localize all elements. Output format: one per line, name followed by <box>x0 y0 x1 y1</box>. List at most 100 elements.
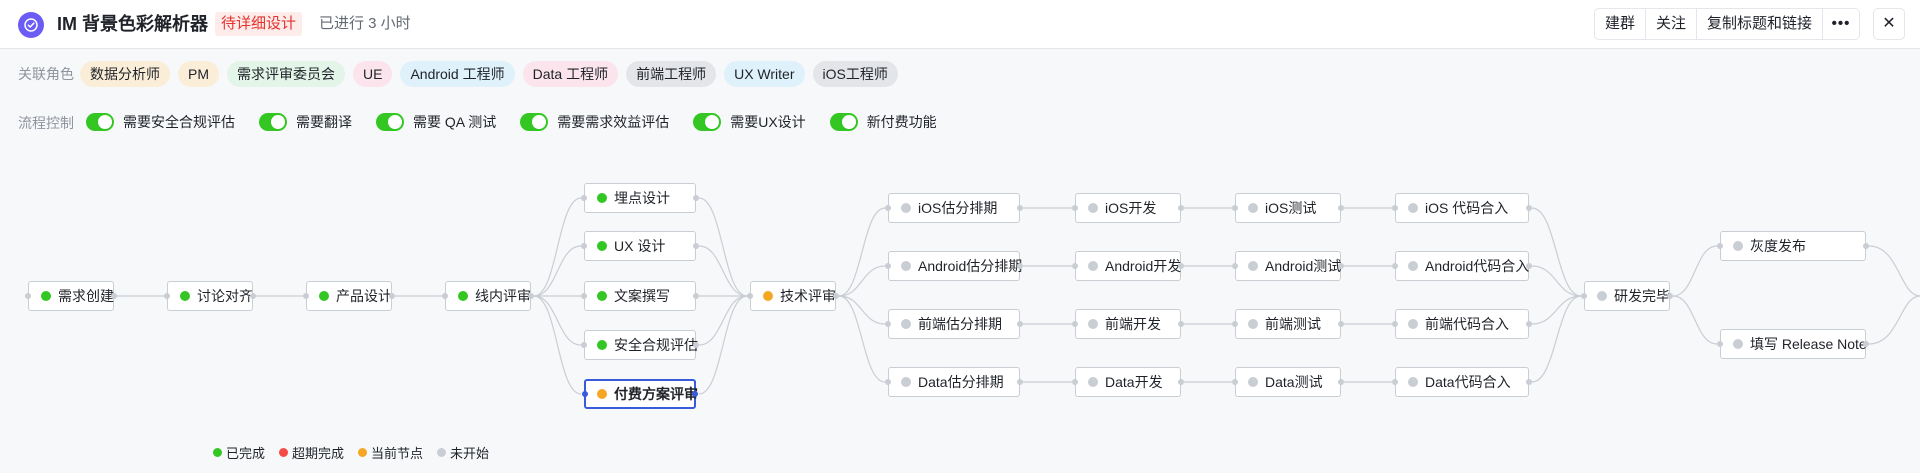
flow-node-security[interactable]: 安全合规评估 <box>581 330 699 360</box>
follow-button[interactable]: 关注 <box>1646 9 1698 39</box>
role-chip[interactable]: 前端工程师 <box>626 61 717 87</box>
flow-node-data-dev[interactable]: Data开发 <box>1072 367 1184 397</box>
flow-node-dev-done[interactable]: 研发完毕 <box>1581 281 1673 311</box>
flow-edge <box>1531 295 1582 325</box>
flow-edge <box>698 295 748 346</box>
status-dot <box>901 261 911 271</box>
flow-node-ux[interactable]: UX 设计 <box>581 231 699 261</box>
flow-node-fe-test[interactable]: 前端测试 <box>1232 309 1344 339</box>
flow-node-label: 填写 Release Note <box>1750 336 1867 352</box>
flow-node-android-plan[interactable]: Android估分排期 <box>885 251 1023 281</box>
connector-port <box>389 293 395 299</box>
flow-node-label: Android代码合入 <box>1425 258 1530 274</box>
flow-node-discuss[interactable]: 讨论对齐 <box>164 281 256 311</box>
role-chip[interactable]: 数据分析师 <box>80 61 170 87</box>
flow-node-label: 灰度发布 <box>1750 238 1806 254</box>
connector-port <box>693 342 699 348</box>
connector-port <box>693 243 699 249</box>
flow-node-data-merge[interactable]: Data代码合入 <box>1392 367 1532 397</box>
flow-edge <box>838 295 886 325</box>
connector-port <box>1232 321 1238 327</box>
legend-label: 已完成 <box>226 446 266 461</box>
flow-node-req-create[interactable]: 需求创建 <box>25 281 117 311</box>
toggle-item: 需要需求效益评估 <box>520 112 669 132</box>
role-chip[interactable]: PM <box>178 61 219 87</box>
flow-node-label: 讨论对齐 <box>197 288 253 304</box>
flow-node-label: 产品设计 <box>336 288 392 304</box>
flow-node-android-test[interactable]: Android测试 <box>1232 251 1344 281</box>
flow-node-label: Data代码合入 <box>1425 374 1511 390</box>
status-dot <box>1597 291 1607 301</box>
status-dot <box>180 291 190 301</box>
role-chip[interactable]: UX Writer <box>724 61 805 87</box>
copy-link-button[interactable]: 复制标题和链接 <box>1697 9 1824 39</box>
connector-port <box>581 342 587 348</box>
connector-port <box>747 293 753 299</box>
role-chip[interactable]: 需求评审委员会 <box>227 61 345 87</box>
flow-node-tech-review[interactable]: 技术评审 <box>747 281 839 311</box>
connector-port <box>1863 341 1869 347</box>
role-chip[interactable]: iOS工程师 <box>812 61 898 87</box>
connector-port <box>581 243 587 249</box>
connector-port <box>1178 205 1184 211</box>
connector-port <box>693 293 699 299</box>
toggle-label: 新付费功能 <box>866 114 937 130</box>
connector-port <box>885 205 891 211</box>
flow-node-ios-test[interactable]: iOS测试 <box>1232 193 1344 223</box>
flow-edge <box>533 245 582 297</box>
flow-node-fe-dev[interactable]: 前端开发 <box>1072 309 1184 339</box>
connector-port <box>1863 243 1869 249</box>
flow-node-copy[interactable]: 文案撰写 <box>581 281 699 311</box>
status-dot <box>1248 319 1258 329</box>
status-dot <box>1088 203 1098 213</box>
flow-node-release-note[interactable]: 填写 Release Note <box>1717 329 1869 359</box>
toggle-switch[interactable] <box>829 113 858 131</box>
connector-port <box>692 391 698 397</box>
flow-control-label: 流程控制 <box>18 115 74 131</box>
connector-port <box>1392 263 1398 269</box>
flow-node-fe-merge[interactable]: 前端代码合入 <box>1392 309 1532 339</box>
status-dot <box>597 340 607 350</box>
toggle-switch[interactable] <box>520 113 549 131</box>
toggle-switch[interactable] <box>376 113 404 131</box>
header: IM 背景色彩解析器 待详细设计 已进行 3 小时 建群 关注 复制标题和链接 … <box>0 0 1920 49</box>
flow-node-ios-merge[interactable]: iOS 代码合入 <box>1392 193 1532 223</box>
flow-edge <box>1531 207 1582 297</box>
role-chip[interactable]: Data 工程师 <box>522 61 619 87</box>
status-dot <box>1088 319 1098 329</box>
status-dot <box>1408 319 1418 329</box>
toggle-switch[interactable] <box>86 113 114 131</box>
create-group-button[interactable]: 建群 <box>1595 9 1647 39</box>
role-chip[interactable]: Android 工程师 <box>400 61 515 87</box>
flow-node-data-test[interactable]: Data测试 <box>1232 367 1344 397</box>
flow-node-ios-dev[interactable]: iOS开发 <box>1072 193 1184 223</box>
flow-node-pay-review[interactable]: 付费方案评审 <box>582 379 698 409</box>
toggle-item: 需要UX设计 <box>693 112 806 132</box>
flow-diagram: 需求创建 讨论对齐 产品设计 线内评审 埋点设计 UX 设计文案撰写安全合规评估 付费方案评… <box>0 160 1920 420</box>
connector-port <box>1017 263 1023 269</box>
flow-node-label: Android开发 <box>1105 258 1182 274</box>
flow-edge <box>1672 245 1718 297</box>
close-icon[interactable]: ✕ <box>1873 8 1905 40</box>
status-dot <box>1733 339 1743 349</box>
flow-edge <box>698 197 748 297</box>
role-chip[interactable]: UE <box>353 61 393 87</box>
toggle-switch[interactable] <box>693 113 722 131</box>
flow-node-gray[interactable]: 灰度发布 <box>1717 231 1869 261</box>
connector-port <box>1717 341 1723 347</box>
status-dot <box>901 203 911 213</box>
flow-node-android-merge[interactable]: Android代码合入 <box>1392 251 1532 281</box>
more-icon[interactable]: ••• <box>1823 9 1859 39</box>
legend-label: 未开始 <box>450 446 490 461</box>
flow-node-product-design[interactable]: 产品设计 <box>303 281 395 311</box>
status-badge[interactable]: 待详细设计 <box>215 12 303 36</box>
flow-node-label: Data测试 <box>1265 374 1323 390</box>
flow-node-fe-plan[interactable]: 前端估分排期 <box>885 309 1023 339</box>
flow-node-android-dev[interactable]: Android开发 <box>1072 251 1184 281</box>
flow-node-online-review[interactable]: 线内评审 <box>442 281 534 311</box>
flow-node-tracking[interactable]: 埋点设计 <box>581 183 699 213</box>
flow-node-data-plan[interactable]: Data估分排期 <box>885 367 1023 397</box>
toggle-switch[interactable] <box>259 113 287 131</box>
connector-port <box>1392 205 1398 211</box>
flow-node-ios-plan[interactable]: iOS估分排期 <box>885 193 1023 223</box>
